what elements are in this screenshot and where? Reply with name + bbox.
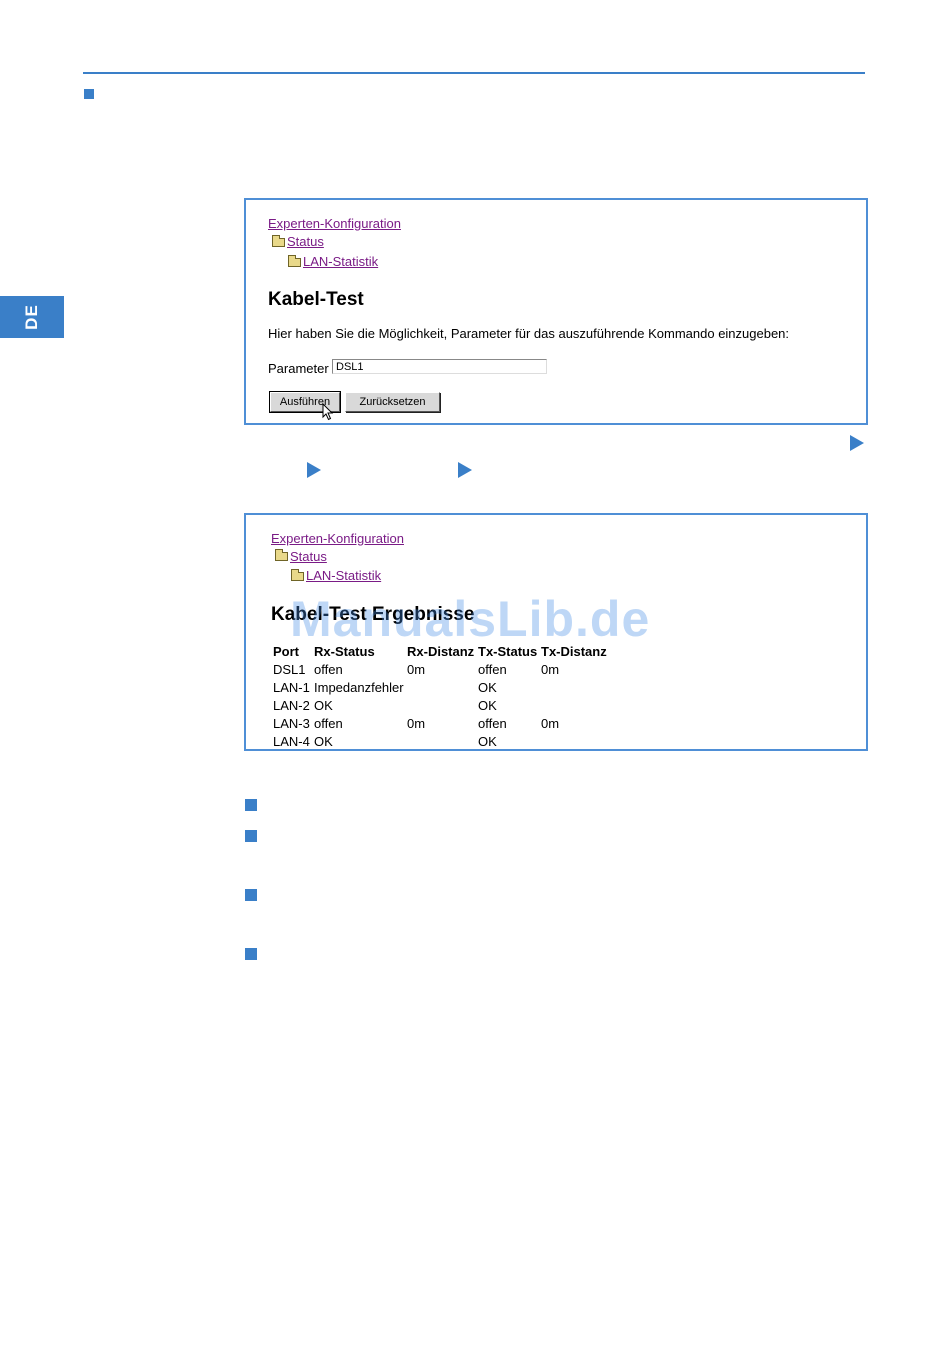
breadcrumb-root-link[interactable]: Experten-Konfiguration (268, 216, 401, 231)
table-cell: offen (478, 662, 507, 677)
arrow-right-icon (850, 435, 864, 451)
table-cell: OK (478, 680, 497, 695)
table-cell: offen (478, 716, 507, 731)
table-cell: 0m (541, 716, 560, 731)
bullet-square-icon (245, 799, 257, 811)
top-rule (83, 72, 865, 74)
reset-button[interactable]: Zurücksetzen (345, 392, 440, 412)
table-cell: OK (314, 734, 333, 749)
folder-icon (288, 255, 301, 267)
arrow-right-icon (458, 462, 472, 478)
table-cell: offen (314, 662, 343, 677)
table-cell: OK (478, 698, 497, 713)
bullet-square-icon (245, 948, 257, 960)
folder-icon (275, 549, 288, 561)
folder-icon (272, 235, 285, 247)
table-cell: LAN-2 (273, 698, 310, 713)
page-title: Kabel-Test (268, 289, 364, 310)
table-cell: Impedanzfehler (314, 680, 404, 695)
watermark: ManualsLib.de (290, 591, 651, 647)
folder-icon (291, 569, 304, 581)
mouse-pointer-icon (322, 403, 334, 421)
bullet-square-icon (84, 89, 94, 99)
table-cell: OK (314, 698, 333, 713)
breadcrumb-status-link[interactable]: Status (287, 234, 324, 249)
breadcrumb-status-link[interactable]: Status (290, 549, 327, 564)
breadcrumb-lan-statistik-link[interactable]: LAN-Statistik (306, 568, 381, 583)
table-cell: LAN-4 (273, 734, 310, 749)
table-cell: 0m (541, 662, 560, 677)
table-cell: 0m (407, 716, 426, 731)
table-cell: DSL1 (273, 662, 306, 677)
language-tab: DE (0, 296, 64, 338)
description-text: Hier haben Sie die Möglichkeit, Paramete… (268, 326, 790, 341)
table-cell: OK (478, 734, 497, 749)
language-tab-label: DE (22, 304, 41, 330)
table-cell: LAN-3 (273, 716, 310, 731)
table-cell: offen (314, 716, 343, 731)
breadcrumb-root-link[interactable]: Experten-Konfiguration (271, 531, 404, 546)
screenshot-kabel-test: Experten-Konfiguration Status LAN-Statis… (244, 198, 868, 425)
parameter-input[interactable]: DSL1 (332, 359, 547, 374)
table-cell: LAN-1 (273, 680, 310, 695)
parameter-label: Parameter (268, 361, 329, 376)
table-cell: 0m (407, 662, 426, 677)
breadcrumb-lan-statistik-link[interactable]: LAN-Statistik (303, 254, 378, 269)
bullet-square-icon (245, 830, 257, 842)
bullet-square-icon (245, 889, 257, 901)
arrow-right-icon (307, 462, 321, 478)
